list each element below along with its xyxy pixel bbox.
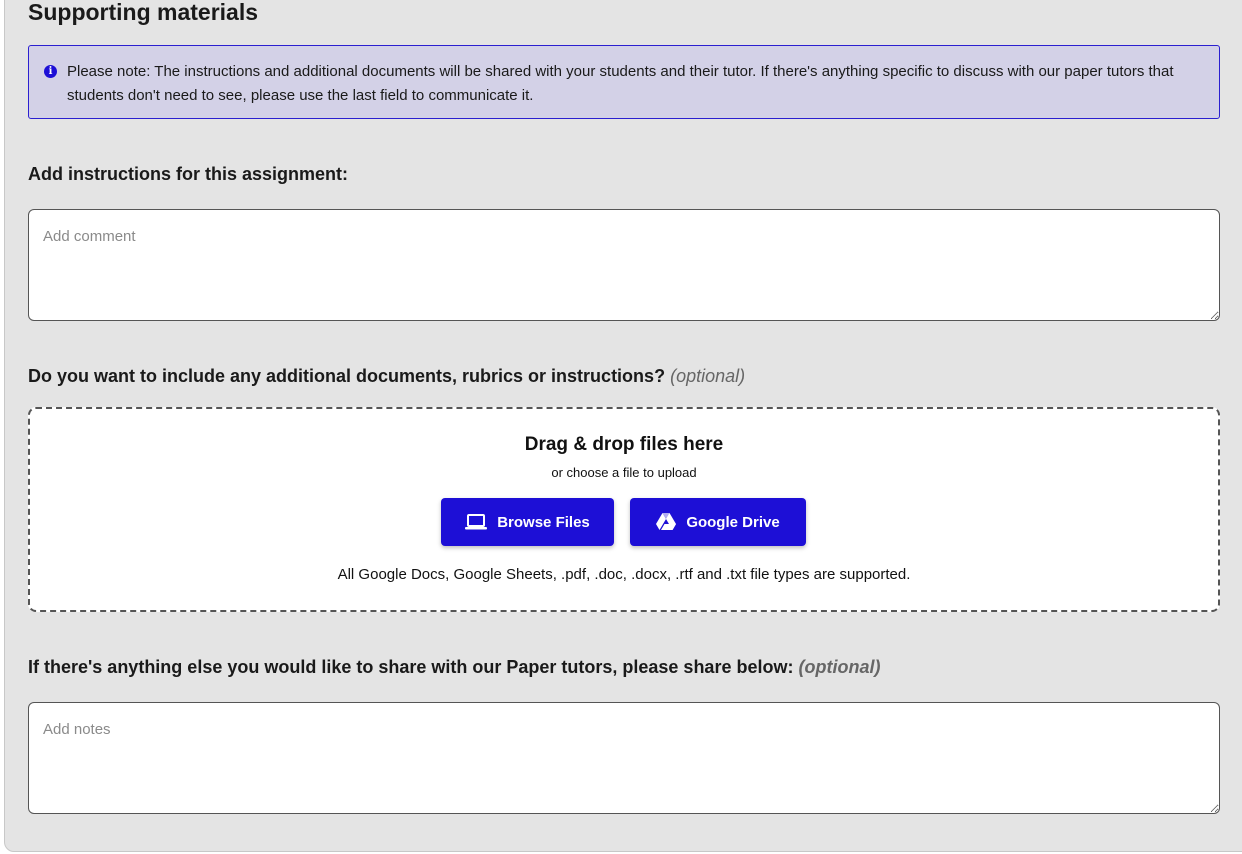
notes-label: If there's anything else you would like … xyxy=(28,656,880,678)
documents-label: Do you want to include any additional do… xyxy=(28,365,745,387)
info-icon: i xyxy=(44,65,57,78)
file-dropzone[interactable]: Drag & drop files here or choose a file … xyxy=(28,407,1220,612)
optional-tag: (optional) xyxy=(798,657,881,677)
info-notice: i Please note: The instructions and addi… xyxy=(28,45,1220,119)
instructions-input[interactable] xyxy=(28,209,1220,321)
section-title: Supporting materials xyxy=(28,0,259,25)
dropzone-subtitle: or choose a file to upload xyxy=(551,465,697,480)
documents-label-text: Do you want to include any additional do… xyxy=(28,366,666,386)
notes-input[interactable] xyxy=(28,702,1220,814)
browse-files-label: Browse Files xyxy=(497,513,590,531)
browse-files-button[interactable]: Browse Files xyxy=(441,498,614,546)
google-drive-label: Google Drive xyxy=(686,513,780,531)
optional-tag: (optional) xyxy=(670,366,746,386)
notes-label-text: If there's anything else you would like … xyxy=(28,657,794,677)
dropzone-title: Drag & drop files here xyxy=(524,434,724,455)
instructions-label: Add instructions for this assignment: xyxy=(28,164,349,184)
laptop-icon xyxy=(465,514,488,530)
notice-text: Please note: The instructions and additi… xyxy=(67,63,1174,104)
google-drive-icon xyxy=(656,513,677,531)
supported-file-types: All Google Docs, Google Sheets, .pdf, .d… xyxy=(337,566,911,583)
google-drive-button[interactable]: Google Drive xyxy=(630,498,806,546)
